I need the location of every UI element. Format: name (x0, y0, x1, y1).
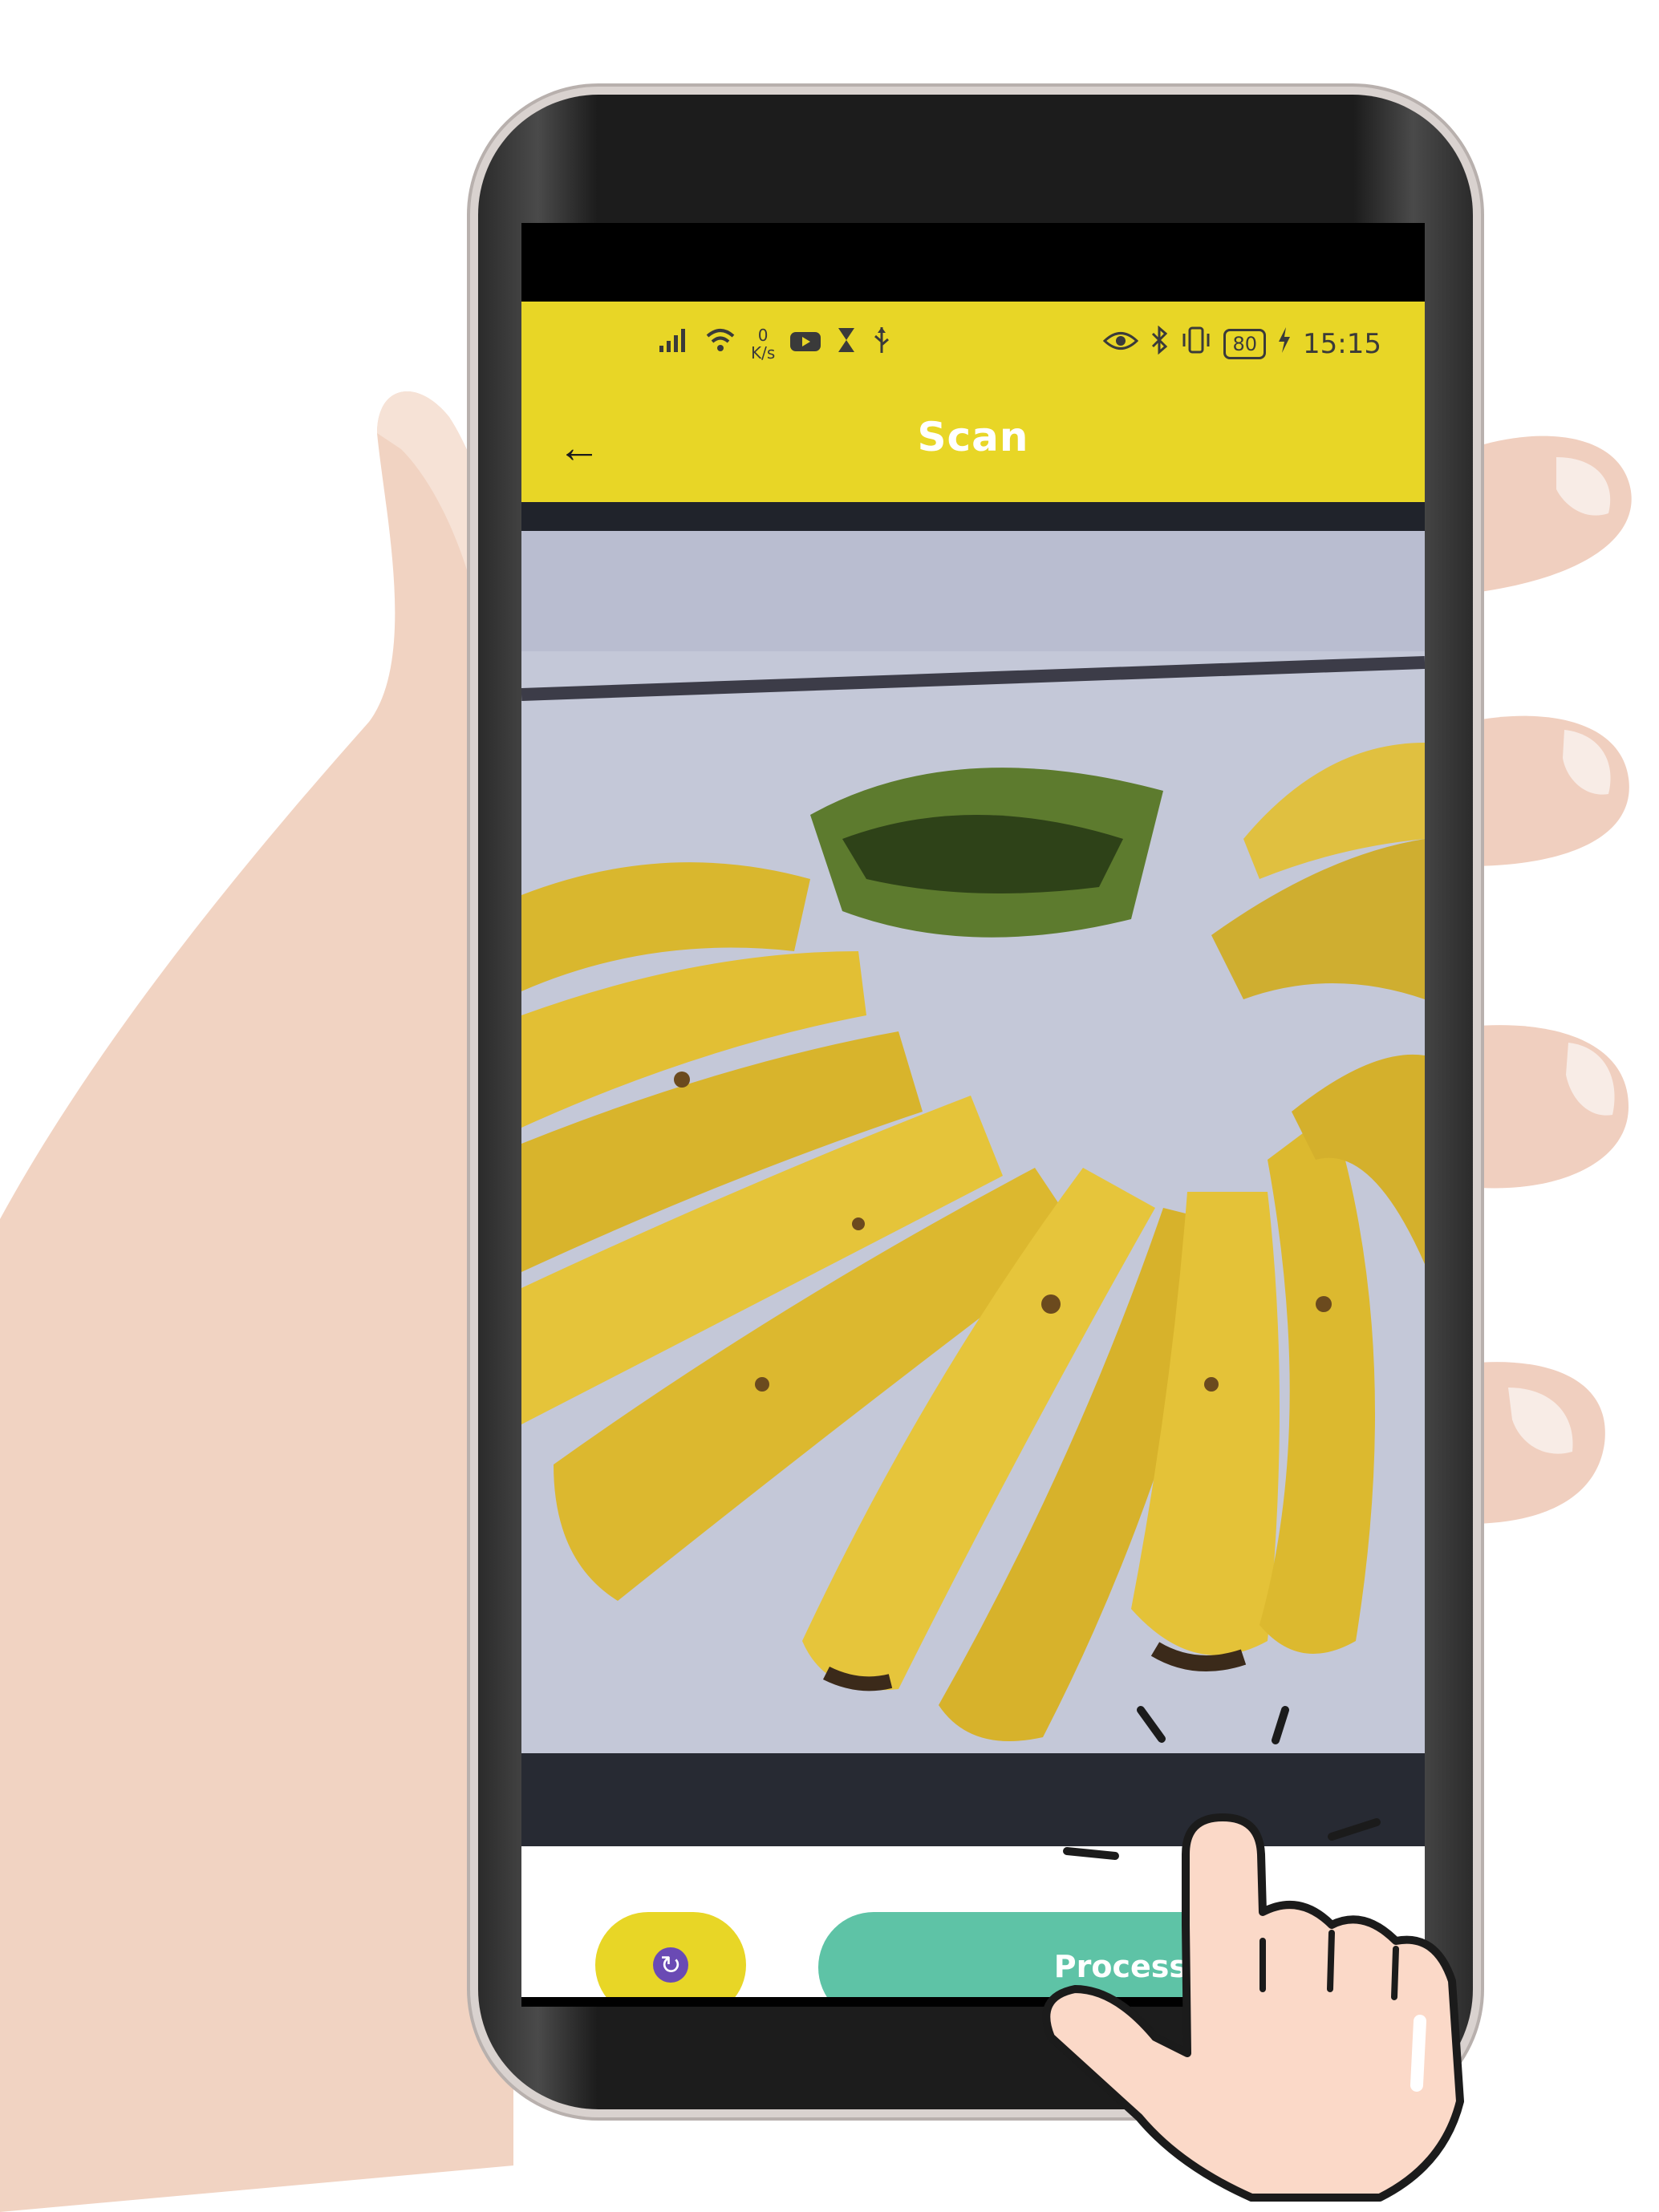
promo-scene: 0 K/s 80 15:15 ← Scan ↻ Process (0, 0, 1659, 2212)
tap-hand-icon (1042, 1706, 1464, 2202)
